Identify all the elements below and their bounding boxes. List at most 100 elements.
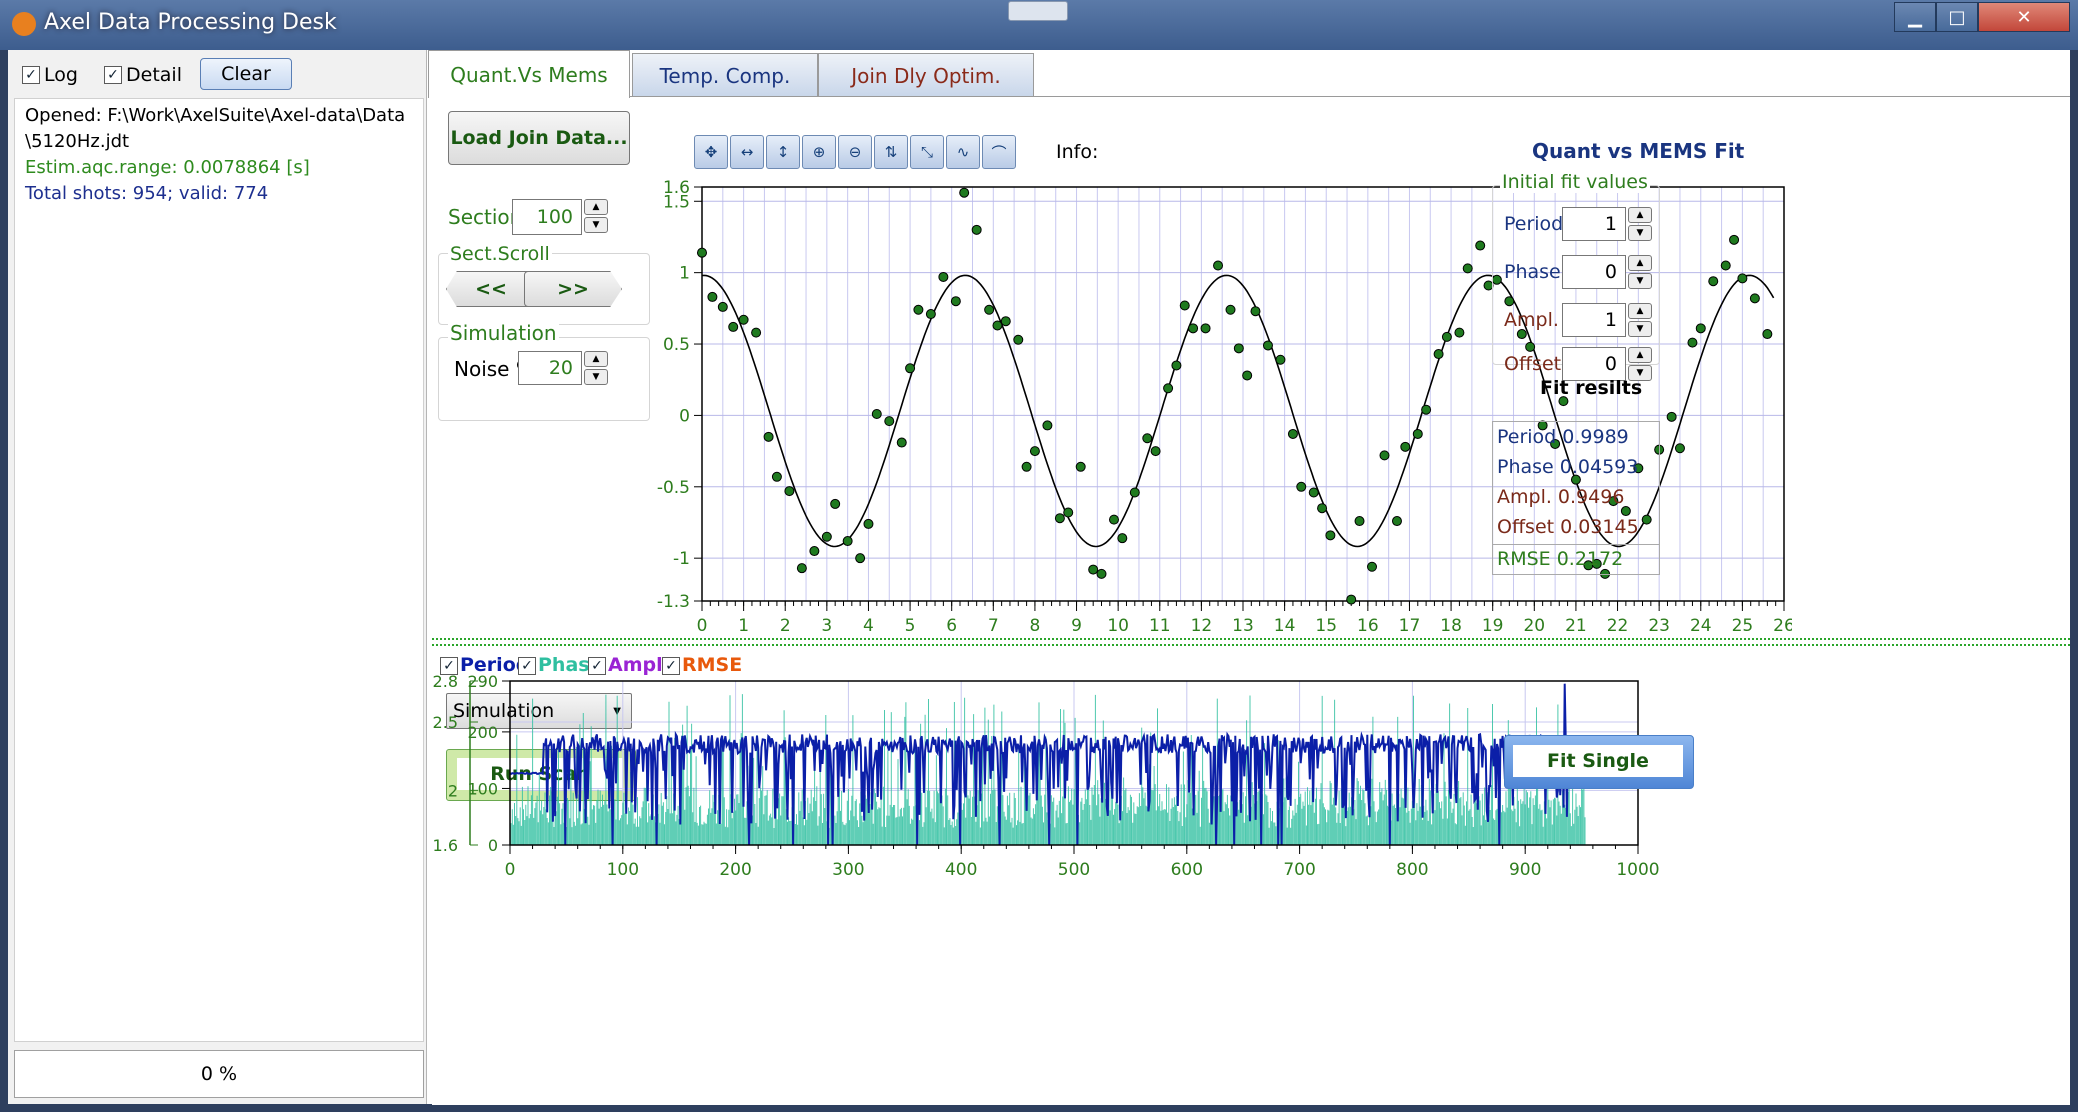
splitter[interactable] [432, 638, 2070, 646]
section-stepper[interactable]: ▲ ▼ [584, 199, 608, 235]
spin-down-icon[interactable]: ▼ [1628, 225, 1652, 241]
init-ampl-stepper[interactable]: ▲ ▼ [1628, 303, 1652, 339]
fit-xy-icon[interactable]: ⤡ [910, 135, 944, 169]
init-period-input[interactable]: 1 [1562, 207, 1626, 241]
load-join-data-button[interactable]: Load Join Data... [448, 111, 630, 165]
phase-checkbox[interactable]: ✓ [518, 657, 536, 675]
log-line: Opened: F:\Work\AxelSuite\Axel-data\Data [25, 105, 406, 126]
data-point [1454, 327, 1465, 338]
window-grip-handle[interactable] [1008, 1, 1068, 21]
data-point [1213, 260, 1224, 271]
tab-quant-vs-mems[interactable]: Quant.Vs Mems [428, 50, 630, 98]
spin-up-icon[interactable]: ▲ [1628, 255, 1652, 271]
spin-up-icon[interactable]: ▲ [1628, 303, 1652, 319]
fit-y-icon[interactable]: ⇅ [874, 135, 908, 169]
x-tick-label: 20 [1523, 616, 1545, 636]
x-tick-label: 24 [1690, 616, 1712, 636]
data-point [1346, 594, 1357, 605]
close-button[interactable]: ✕ [1978, 2, 2070, 32]
minimize-button[interactable]: ▁ [1894, 2, 1936, 32]
clear-button[interactable]: Clear [200, 58, 292, 90]
pan-x-icon[interactable]: ↔ [730, 135, 764, 169]
data-point [1308, 487, 1319, 498]
data-point [830, 498, 841, 509]
spin-down-icon[interactable]: ▼ [1628, 273, 1652, 289]
spin-up-icon[interactable]: ▲ [1628, 207, 1652, 223]
init-phase-label: Phase [1504, 261, 1561, 283]
result-rmse: RMSE 0.2172 [1497, 548, 1624, 570]
data-point [1441, 331, 1452, 342]
data-point [1013, 334, 1024, 345]
y-tick-label: 200 [467, 723, 498, 742]
zoom-in-icon[interactable]: ⊕ [802, 135, 836, 169]
x-tick-label: 0 [505, 860, 516, 880]
simulation-group-label: Simulation [448, 321, 559, 345]
noise-input[interactable]: 20 [518, 351, 582, 385]
data-point [959, 187, 970, 198]
spin-down-icon[interactable]: ▼ [1628, 321, 1652, 337]
ampl-checkbox[interactable]: ✓ [588, 657, 606, 675]
spin-up-icon[interactable]: ▲ [584, 351, 608, 367]
scan-chart[interactable]: 0 100 200 300 400 500 600 700 800 900 10002.82.521… [432, 675, 1668, 905]
fit-single-button[interactable]: Fit Single [1504, 735, 1694, 789]
x-tick-label: 600 [1171, 860, 1203, 880]
data-point [809, 546, 820, 557]
legend-rmse: RMSE [682, 654, 743, 676]
data-point [1021, 461, 1032, 472]
x-tick-label: 26 [1773, 616, 1792, 636]
data-point [1163, 383, 1174, 394]
log-checkbox[interactable]: ✓ [22, 66, 40, 84]
init-phase-input[interactable]: 0 [1562, 255, 1626, 289]
data-point [763, 431, 774, 442]
data-point [1400, 441, 1411, 452]
x-tick-label: 15 [1315, 616, 1337, 636]
data-point [1287, 428, 1298, 439]
data-point [925, 309, 936, 320]
data-point [1695, 323, 1706, 334]
pan-y-icon[interactable]: ↕ [766, 135, 800, 169]
log-panel: ✓ Log ✓ Detail Clear Opened: F:\Work\Axe… [8, 50, 427, 1104]
x-tick-label: 14 [1274, 616, 1296, 636]
y-tick-label: 2.5 [433, 713, 458, 732]
x-tick-label: 100 [607, 860, 639, 880]
scroll-next-button[interactable]: >> [524, 271, 622, 307]
detail-checkbox[interactable]: ✓ [104, 66, 122, 84]
x-tick-label: 800 [1396, 860, 1428, 880]
data-point [1475, 240, 1486, 251]
x-tick-label: 11 [1149, 616, 1171, 636]
spin-down-icon[interactable]: ▼ [584, 369, 608, 385]
init-phase-stepper[interactable]: ▲ ▼ [1628, 255, 1652, 291]
scroll-prev-button[interactable]: << [446, 271, 536, 307]
spin-up-icon[interactable]: ▲ [584, 199, 608, 215]
data-point [950, 296, 961, 307]
maximize-button[interactable]: □ [1936, 2, 1978, 32]
period-checkbox[interactable]: ✓ [440, 657, 458, 675]
init-period-stepper[interactable]: ▲ ▼ [1628, 207, 1652, 243]
line-style-icon[interactable]: ⌒ [982, 135, 1016, 169]
zoom-out-icon[interactable]: ⊖ [838, 135, 872, 169]
init-ampl-input[interactable]: 1 [1562, 303, 1626, 337]
spin-up-icon[interactable]: ▲ [1628, 347, 1652, 363]
y-tick-label: 290 [467, 675, 498, 691]
data-point [707, 291, 718, 302]
data-point [1075, 461, 1086, 472]
data-point [771, 471, 782, 482]
x-tick-label: 200 [719, 860, 751, 880]
pan-all-icon[interactable]: ✥ [694, 135, 728, 169]
section-input[interactable]: 100 [512, 199, 582, 235]
x-tick-label: 23 [1648, 616, 1670, 636]
app-icon [12, 12, 36, 36]
tab-temp-comp[interactable]: Temp. Comp. [632, 53, 818, 97]
data-point [1749, 293, 1760, 304]
rmse-checkbox[interactable]: ✓ [662, 657, 680, 675]
data-point [1054, 513, 1065, 524]
x-tick-label: 17 [1399, 616, 1421, 636]
data-point [1737, 273, 1748, 284]
x-tick-label: 5 [905, 616, 916, 636]
noise-stepper[interactable]: ▲ ▼ [584, 351, 608, 387]
auto-scale-icon[interactable]: ∿ [946, 135, 980, 169]
tab-join-dly-optim[interactable]: Join Dly Optim. [818, 53, 1034, 97]
spin-down-icon[interactable]: ▼ [584, 217, 608, 233]
init-offset-input[interactable]: 0 [1562, 347, 1626, 381]
x-tick-label: 9 [1071, 616, 1082, 636]
